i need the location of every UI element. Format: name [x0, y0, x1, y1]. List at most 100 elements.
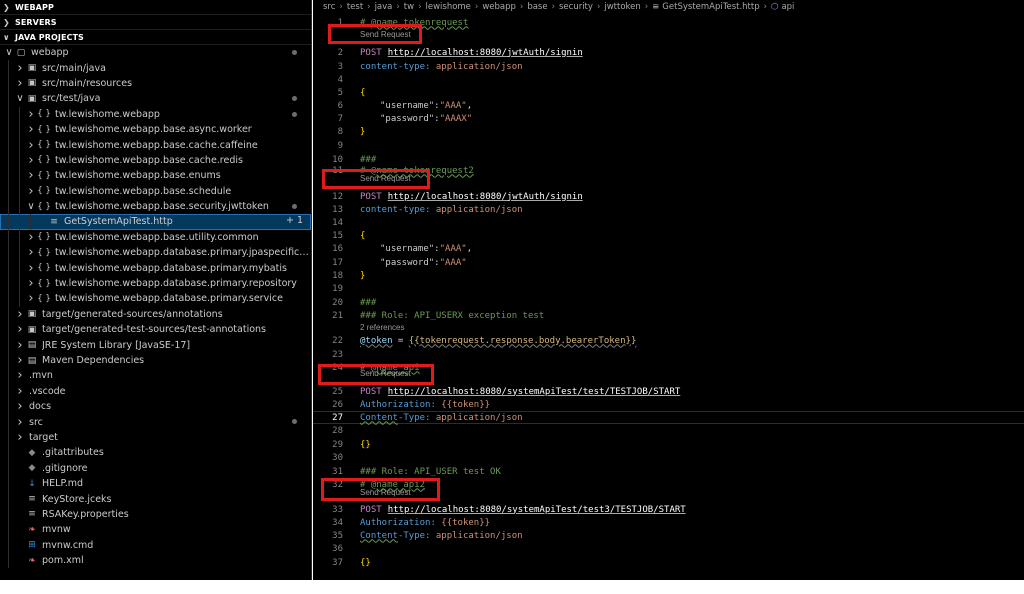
chevron-right-icon[interactable]: ›	[26, 168, 36, 183]
code-line[interactable]: 15 {	[313, 229, 1024, 242]
chevron-right-icon[interactable]: ›	[26, 107, 36, 122]
tree-item[interactable]: ≡ RSAKey.properties	[0, 506, 311, 523]
chevron-right-icon[interactable]: ›	[15, 399, 25, 414]
breadcrumb-item[interactable]: java	[375, 2, 393, 12]
tree-item[interactable]: ↓ HELP.md	[0, 475, 311, 492]
chevron-right-icon[interactable]: ›	[26, 153, 36, 168]
tree-item[interactable]: ∨{ } tw.lewishome.webapp.base.security.jw…	[0, 198, 311, 215]
chevron-right-icon[interactable]: ›	[26, 261, 36, 276]
tree-item[interactable]: › ▤ JRE System Library [JavaSE-17]	[0, 337, 311, 353]
chevron-right-icon[interactable]: ›	[15, 61, 25, 76]
code-line[interactable]: 27 Content-Type: application/json	[313, 411, 1024, 424]
code-line[interactable]: 14	[313, 216, 1024, 229]
tree-item[interactable]: › .vscode	[0, 383, 311, 399]
code-line[interactable]: 25 POST http://localhost:8080/systemApiTes…	[313, 385, 1024, 398]
tree-item[interactable]: ›{ } tw.lewishome.webapp.base.schedule	[0, 183, 311, 199]
code-line[interactable]: 36	[313, 542, 1024, 555]
code-line[interactable]: 17 "password":"AAA"	[313, 256, 1024, 269]
references-codelens[interactable]: 2 references	[360, 322, 404, 333]
breadcrumb-item[interactable]: src	[323, 2, 335, 12]
tree-item[interactable]: ›{ } tw.lewishome.webapp.database.primary…	[0, 245, 311, 261]
tree-item[interactable]: › ▣ src/main/resources	[0, 75, 311, 92]
code-line[interactable]: 26 Authorization: {{token}}	[313, 398, 1024, 411]
chevron-right-icon[interactable]: ›	[26, 230, 36, 245]
code-line[interactable]: 13 content-type: application/json	[313, 203, 1024, 216]
code-line[interactable]: 12 POST http://localhost:8080/jwtAuth/sign…	[313, 190, 1024, 203]
tree-item[interactable]: ›{ } tw.lewishome.webapp.database.primary…	[0, 275, 311, 292]
tree-item[interactable]: ›{ } tw.lewishome.webapp.base.cache.caffe…	[0, 137, 311, 153]
code-line[interactable]: 21 ### Role: API_USERX exception test	[313, 309, 1024, 322]
tree-item[interactable]: › docs	[0, 398, 311, 415]
tree-item[interactable]: ❧ mvnw	[0, 522, 311, 538]
tree-item[interactable]: ≡ GetSystemApiTest.http + 1	[0, 214, 311, 230]
code-line[interactable]: 35 Content-Type: application/json	[313, 529, 1024, 542]
tree-item[interactable]: › ▣ target/generated-test-sources/test-ann…	[0, 322, 311, 338]
breadcrumb-item[interactable]: api	[781, 2, 794, 12]
tree-item[interactable]: ⊞ mvnw.cmd	[0, 537, 311, 553]
chevron-right-icon[interactable]: ›	[26, 291, 36, 306]
chevron-right-icon[interactable]: ›	[15, 353, 25, 368]
tree-item[interactable]: ≡ KeyStore.jceks	[0, 491, 311, 507]
tree-item[interactable]: › .mvn	[0, 368, 311, 384]
breadcrumb-item[interactable]: GetSystemApiTest.http	[662, 2, 759, 12]
tree-item[interactable]: ›{ } tw.lewishome.webapp.base.async.worke…	[0, 121, 311, 138]
chevron-right-icon[interactable]: ›	[15, 430, 25, 445]
chevron-right-icon[interactable]: ›	[15, 415, 25, 430]
code-line[interactable]: 34 Authorization: {{token}}	[313, 516, 1024, 529]
breadcrumb-item[interactable]: test	[347, 2, 363, 12]
code-line[interactable]: 2 POST http://localhost:8080/jwtAuth/signi…	[313, 46, 1024, 59]
code-line[interactable]: 5{	[313, 86, 1024, 99]
chevron-right-icon[interactable]: ›	[15, 384, 25, 399]
tree-item[interactable]: › target	[0, 429, 311, 446]
breadcrumb-item[interactable]: base	[527, 2, 547, 12]
chevron-right-icon[interactable]: ›	[15, 307, 25, 322]
section-header-servers[interactable]: ❯ SERVERS	[0, 15, 311, 30]
tree-item[interactable]: ›{ } tw.lewishome.webapp.base.enums	[0, 168, 311, 184]
code-line[interactable]: 9	[313, 139, 1024, 152]
tree-item[interactable]: ◆ .gitattributes	[0, 445, 311, 461]
code-line[interactable]: 31 ### Role: API_USER test OK	[313, 465, 1024, 478]
code-line[interactable]: 23	[313, 348, 1024, 361]
tree-item[interactable]: › src	[0, 414, 311, 430]
code-editor[interactable]: src › test › java › tw › lewishome › webapp › base › s…	[313, 0, 1024, 580]
chevron-down-icon[interactable]: ∨	[26, 201, 36, 212]
chevron-down-icon[interactable]: ∨	[4, 47, 14, 58]
code-line[interactable]: 18}	[313, 269, 1024, 282]
code-line[interactable]: 3 content-type: application/json	[313, 60, 1024, 73]
tree-item[interactable]: ❧ pom.xml	[0, 552, 311, 569]
chevron-down-icon[interactable]: ∨	[15, 93, 25, 104]
tree-item[interactable]: › ▤ Maven Dependencies	[0, 352, 311, 369]
code-line[interactable]: 28	[313, 424, 1024, 437]
code-line[interactable]: 19	[313, 282, 1024, 295]
breadcrumb-item[interactable]: security	[559, 2, 593, 12]
code-line[interactable]: 33 POST http://localhost:8080/systemApiTes…	[313, 503, 1024, 516]
tree-item[interactable]: ∨ ▣ src/test/java	[0, 91, 311, 107]
code-line[interactable]: 22 @token = {{tokenrequest.response.body.…	[313, 334, 1024, 347]
tree-item[interactable]: › ▣ src/main/java	[0, 60, 311, 76]
code-line[interactable]: 16 "username":"AAA",	[313, 242, 1024, 255]
chevron-right-icon[interactable]: ›	[15, 368, 25, 383]
breadcrumb-item[interactable]: webapp	[482, 2, 516, 12]
code-line[interactable]: 7 "password":"AAAX"	[313, 112, 1024, 125]
chevron-right-icon[interactable]: ›	[26, 138, 36, 153]
code-line[interactable]: 37 {}	[313, 556, 1024, 569]
breadcrumb-item[interactable]: tw	[404, 2, 414, 12]
code-line[interactable]: 29 {}	[313, 438, 1024, 451]
code-line[interactable]: 30	[313, 451, 1024, 464]
code-line[interactable]: 20 ###	[313, 296, 1024, 309]
tree-item[interactable]: ◆ .gitignore	[0, 460, 311, 476]
code-line[interactable]: 6 "username":"AAA",	[313, 99, 1024, 112]
breadcrumb-item[interactable]: jwttoken	[604, 2, 640, 12]
tree-item[interactable]: ›{ } tw.lewishome.webapp.base.cache.redis	[0, 152, 311, 169]
chevron-right-icon[interactable]: ›	[15, 76, 25, 91]
chevron-right-icon[interactable]: ›	[26, 184, 36, 199]
chevron-right-icon[interactable]: ›	[15, 322, 25, 337]
tree-item[interactable]: › ▣ target/generated-sources/annotations	[0, 306, 311, 323]
chevron-right-icon[interactable]: ›	[26, 276, 36, 291]
tree-item[interactable]: ∨ ▢ webapp	[0, 45, 311, 60]
tree-item[interactable]: ›{ } tw.lewishome.webapp.base.utility.com…	[0, 229, 311, 246]
chevron-right-icon[interactable]: ›	[15, 338, 25, 353]
section-header-java-projects[interactable]: ∨ JAVA PROJECTS	[0, 30, 311, 45]
section-header-webapp[interactable]: ❯ WEBAPP	[0, 0, 311, 15]
code-line[interactable]: 4	[313, 73, 1024, 86]
